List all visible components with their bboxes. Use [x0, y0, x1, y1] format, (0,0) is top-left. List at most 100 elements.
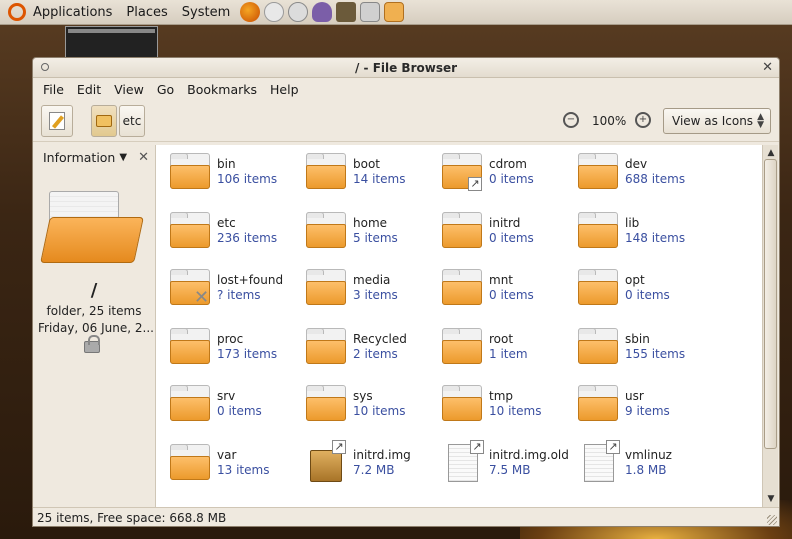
- file-item[interactable]: dev 688 items: [564, 147, 700, 197]
- icon-view[interactable]: bin 106 items boot 14 items ↗ cdrom 0 items dev…: [155, 145, 762, 507]
- file-item-name: initrd.img: [353, 448, 411, 462]
- file-item[interactable]: usr 9 items: [564, 379, 700, 429]
- menu-file[interactable]: File: [43, 82, 64, 97]
- side-pane-selector[interactable]: Information ▼: [33, 145, 155, 169]
- file-item-detail: 5 items: [353, 231, 398, 245]
- file-item-detail: 0 items: [489, 172, 534, 186]
- file-item[interactable]: mnt 0 items: [428, 263, 564, 313]
- menu-bookmarks[interactable]: Bookmarks: [187, 82, 257, 97]
- file-item-detail: 0 items: [625, 288, 670, 302]
- zoom-out-icon[interactable]: −: [563, 112, 579, 128]
- file-item-name: boot: [353, 157, 381, 171]
- scroll-up-icon[interactable]: ▲: [765, 147, 777, 159]
- pidgin-icon[interactable]: [312, 2, 333, 22]
- file-item[interactable]: etc 236 items: [156, 206, 292, 256]
- text-file-icon: ↗: [442, 440, 484, 482]
- folder-icon: [442, 269, 482, 305]
- folder-icon: [578, 269, 618, 305]
- file-item[interactable]: ↗ initrd.img 7.2 MB: [292, 438, 428, 488]
- file-item[interactable]: lib 148 items: [564, 206, 700, 256]
- folder-icon: ✕: [170, 269, 210, 307]
- download-icon[interactable]: [360, 2, 381, 22]
- file-item[interactable]: ↗ initrd.img.old 7.5 MB: [428, 438, 569, 488]
- file-item[interactable]: opt 0 items: [564, 263, 700, 313]
- file-browser-window: / - File Browser ✕ File Edit View Go Boo…: [32, 57, 780, 527]
- scrollbar-thumb[interactable]: [764, 159, 777, 449]
- folder-icon: [170, 385, 210, 421]
- folder-icon: ↗: [442, 153, 482, 191]
- file-item[interactable]: ✕ lost+found? items: [156, 263, 292, 313]
- menu-go[interactable]: Go: [157, 82, 174, 97]
- mail-icon[interactable]: [264, 2, 285, 22]
- file-item[interactable]: sys 10 items: [292, 379, 428, 429]
- firefox-icon[interactable]: [240, 2, 261, 22]
- folder-icon: [578, 212, 618, 248]
- file-item[interactable]: var 13 items: [156, 438, 292, 488]
- file-item[interactable]: tmp 10 items: [428, 379, 564, 429]
- path-button-etc[interactable]: etc: [119, 104, 145, 137]
- system-menu[interactable]: System: [182, 5, 230, 20]
- applications-menu[interactable]: Applications: [33, 5, 112, 20]
- large-folder-icon: [40, 187, 144, 263]
- file-item-detail: 236 items: [217, 231, 278, 245]
- zoom-in-icon[interactable]: +: [635, 112, 651, 128]
- folder-icon: [170, 444, 210, 480]
- folder-icon: [578, 328, 618, 364]
- folder-icon: [306, 269, 346, 305]
- file-item[interactable]: bin 106 items: [156, 147, 292, 197]
- view-mode-select[interactable]: View as Icons ▲ ▼: [663, 108, 771, 134]
- path-button-root[interactable]: [91, 104, 117, 137]
- resize-grip-icon[interactable]: [767, 515, 777, 525]
- desktop-window-thumbnail: [65, 26, 158, 60]
- file-item-detail: 10 items: [489, 404, 542, 418]
- gimp-icon[interactable]: [336, 2, 357, 22]
- folder-icon: [306, 153, 346, 189]
- edit-location-button[interactable]: [41, 104, 73, 137]
- folder-icon: [306, 328, 346, 364]
- window-close-icon[interactable]: ✕: [762, 60, 773, 75]
- file-item[interactable]: boot 14 items: [292, 147, 428, 197]
- file-item-name: dev: [625, 157, 648, 171]
- folder-icon: [170, 153, 210, 189]
- file-item-name: sbin: [625, 332, 650, 346]
- ubuntu-logo-icon[interactable]: [8, 3, 26, 21]
- menu-help[interactable]: Help: [270, 82, 299, 97]
- file-item-detail: 13 items: [217, 463, 270, 477]
- window-titlebar[interactable]: / - File Browser ✕: [33, 58, 779, 78]
- chevron-down-icon: ▼: [119, 151, 128, 163]
- file-item[interactable]: media 3 items: [292, 263, 428, 313]
- file-item[interactable]: srv 0 items: [156, 379, 292, 429]
- window-menu-icon[interactable]: [41, 63, 49, 71]
- folder-icon: [578, 385, 618, 421]
- file-item-name: bin: [217, 157, 236, 171]
- file-item[interactable]: Recycled 2 items: [292, 322, 428, 372]
- file-item-name: opt: [625, 273, 645, 287]
- file-item-detail: 688 items: [625, 172, 686, 186]
- file-item-name: proc: [217, 332, 244, 346]
- menubar: File Edit View Go Bookmarks Help: [33, 78, 779, 100]
- file-item-detail: 3 items: [353, 288, 398, 302]
- file-item-name: usr: [625, 389, 644, 403]
- file-item-detail: 9 items: [625, 404, 670, 418]
- zoom-level[interactable]: 100%: [592, 114, 626, 128]
- folder-icon: [442, 328, 482, 364]
- selected-info: folder, 25 items: [46, 304, 142, 318]
- vertical-scrollbar[interactable]: ▲ ▼: [762, 145, 778, 507]
- file-item-name: vmlinuz: [625, 448, 672, 462]
- folder-icon: [170, 212, 210, 248]
- file-item[interactable]: initrd 0 items: [428, 206, 564, 256]
- file-item[interactable]: ↗ vmlinuz 1.8 MB: [564, 438, 700, 488]
- close-side-pane-icon[interactable]: ✕: [138, 150, 149, 165]
- file-item[interactable]: ↗ cdrom 0 items: [428, 147, 564, 197]
- file-item[interactable]: proc 173 items: [156, 322, 292, 372]
- folder-icon[interactable]: [384, 2, 405, 22]
- menu-view[interactable]: View: [114, 82, 144, 97]
- scroll-down-icon[interactable]: ▼: [765, 493, 777, 505]
- places-menu[interactable]: Places: [126, 5, 167, 20]
- file-item[interactable]: home 5 items: [292, 206, 428, 256]
- help-icon[interactable]: [288, 2, 309, 22]
- menu-edit[interactable]: Edit: [77, 82, 101, 97]
- file-item[interactable]: root 1 item: [428, 322, 564, 372]
- file-item[interactable]: sbin 155 items: [564, 322, 700, 372]
- file-item-name: lib: [625, 216, 640, 230]
